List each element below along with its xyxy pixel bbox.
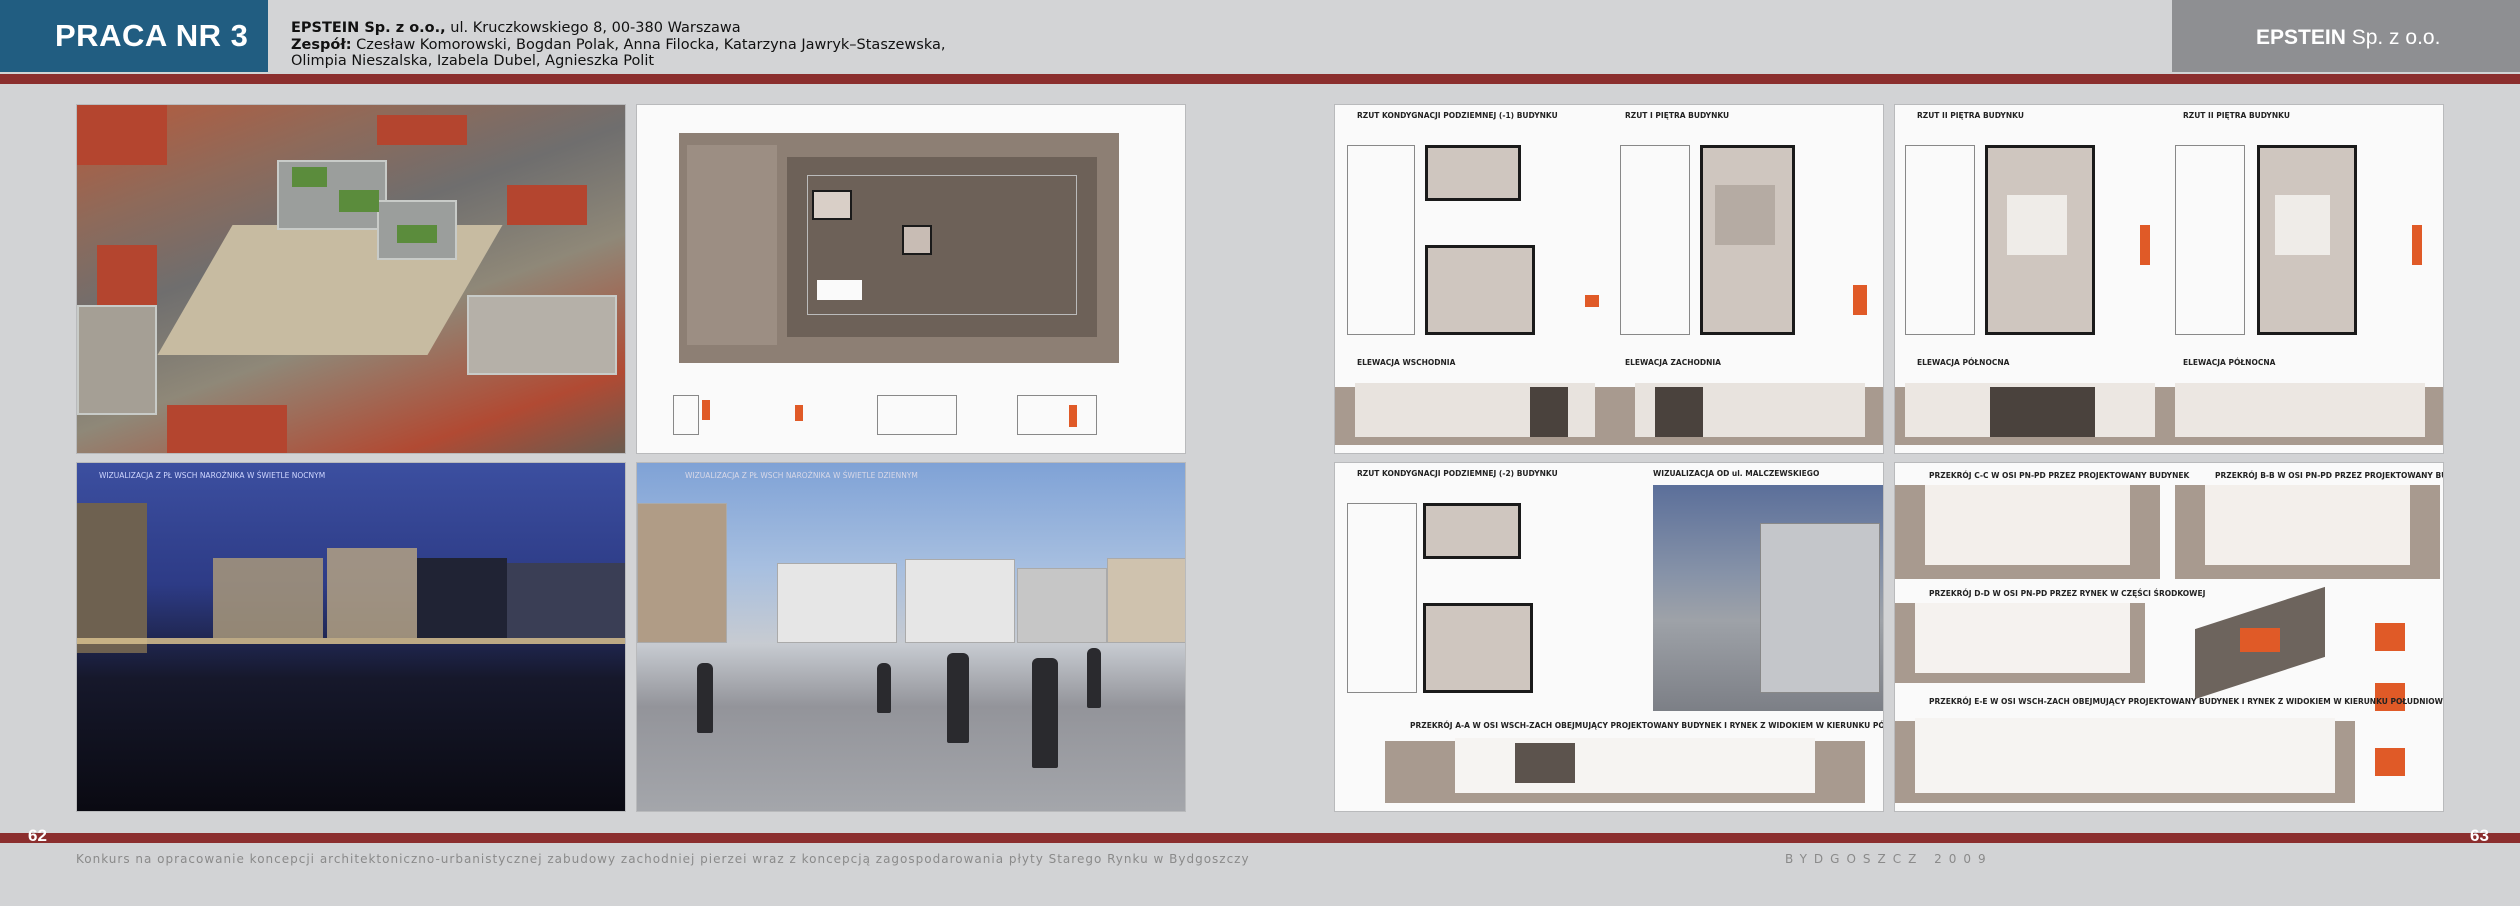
page-title: PRACA NR 3 xyxy=(0,0,268,72)
sections-sheet: PRZEKRÓJ C-C W OSI PN-PD PRZEZ PROJEKTOW… xyxy=(1894,462,2444,812)
right-brand: EPSTEIN Sp. z o.o. xyxy=(2172,0,2520,72)
p4-caption-br: ELEWACJA PÓŁNOCNA xyxy=(2183,358,2276,367)
p3-caption-bl: ELEWACJA WSCHODNIA xyxy=(1357,358,1456,367)
p4-caption-tl: RZUT II PIĘTRA BUDYNKU xyxy=(1917,111,2024,120)
p3-caption-tl: RZUT KONDYGNACJI PODZIEMNEJ (-1) BUDYNKU xyxy=(1357,111,1558,120)
team-line1: Czesław Komorowski, Bogdan Polak, Anna F… xyxy=(351,36,946,53)
floor-plans-sheet-1: RZUT KONDYGNACJI PODZIEMNEJ (-1) BUDYNKU… xyxy=(1334,104,1884,454)
p3-caption-tr: RZUT I PIĘTRA BUDYNKU xyxy=(1625,111,1730,120)
plans-visualization-sheet: RZUT KONDYGNACJI PODZIEMNEJ (-2) BUDYNKU… xyxy=(1334,462,1884,812)
footer-text: Konkurs na opracowanie koncepcji archite… xyxy=(76,852,1250,866)
firm-address: ul. Kruczkowskiego 8, 00-380 Warszawa xyxy=(445,20,741,36)
p6-caption-bottom: PRZEKRÓJ E-E W OSI WSCH-ZACH OBEJMUJĄCY … xyxy=(1929,697,2444,706)
page-number-left: 62 xyxy=(28,826,47,845)
p5-caption-bottom: PRZEKRÓJ A-A W OSI WSCH-ZACH OBEJMUJĄCY … xyxy=(1410,721,1884,730)
night-caption: WIZUALIZACJA Z PŁ WSCH NAROŻNIKA W ŚWIET… xyxy=(99,471,326,480)
page-number-right: 63 xyxy=(2470,826,2489,845)
top-rule xyxy=(0,74,2520,84)
night-visualization: WIZUALIZACJA Z PŁ WSCH NAROŻNIKA W ŚWIET… xyxy=(76,462,626,812)
p6-caption-mid: PRZEKRÓJ D-D W OSI PN-PD PRZEZ RYNEK W C… xyxy=(1929,589,2206,598)
site-plan-sheet xyxy=(636,104,1186,454)
right-brand-bold: EPSTEIN xyxy=(2256,26,2346,49)
p6-caption-tl: PRZEKRÓJ C-C W OSI PN-PD PRZEZ PROJEKTOW… xyxy=(1929,471,2190,480)
footer-city-year: BYDGOSZCZ 2009 xyxy=(1785,852,1993,866)
right-brand-rest: Sp. z o.o. xyxy=(2345,26,2441,49)
day-visualization: WIZUALIZACJA Z PŁ WSCH NAROŻNIKA W ŚWIET… xyxy=(636,462,1186,812)
day-caption: WIZUALIZACJA Z PŁ WSCH NAROŻNIKA W ŚWIET… xyxy=(685,471,918,480)
p4-caption-tr: RZUT II PIĘTRA BUDYNKU xyxy=(2183,111,2290,120)
firm-name: EPSTEIN Sp. z o.o., xyxy=(291,20,446,36)
team-line2: Olimpia Nieszalska, Izabela Dubel, Agnie… xyxy=(291,53,655,69)
p5-caption-tl: RZUT KONDYGNACJI PODZIEMNEJ (-2) BUDYNKU xyxy=(1357,469,1558,478)
p3-caption-br: ELEWACJA ZACHODNIA xyxy=(1625,358,1721,367)
bottom-rule xyxy=(0,833,2520,843)
p4-caption-bl: ELEWACJA PÓŁNOCNA xyxy=(1917,358,2010,367)
p6-caption-tr: PRZEKRÓJ B-B W OSI PN-PD PRZEZ PROJEKTOW… xyxy=(2215,471,2443,480)
p5-caption-tr: WIZUALIZACJA OD ul. MALCZEWSKIEGO xyxy=(1653,469,1820,478)
team-label: Zespół: xyxy=(291,36,352,53)
header-info: EPSTEIN Sp. z o.o., ul. Kruczkowskiego 8… xyxy=(291,20,945,70)
floor-plans-sheet-2: RZUT II PIĘTRA BUDYNKU RZUT II PIĘTRA BU… xyxy=(1894,104,2444,454)
aerial-photo xyxy=(76,104,626,454)
